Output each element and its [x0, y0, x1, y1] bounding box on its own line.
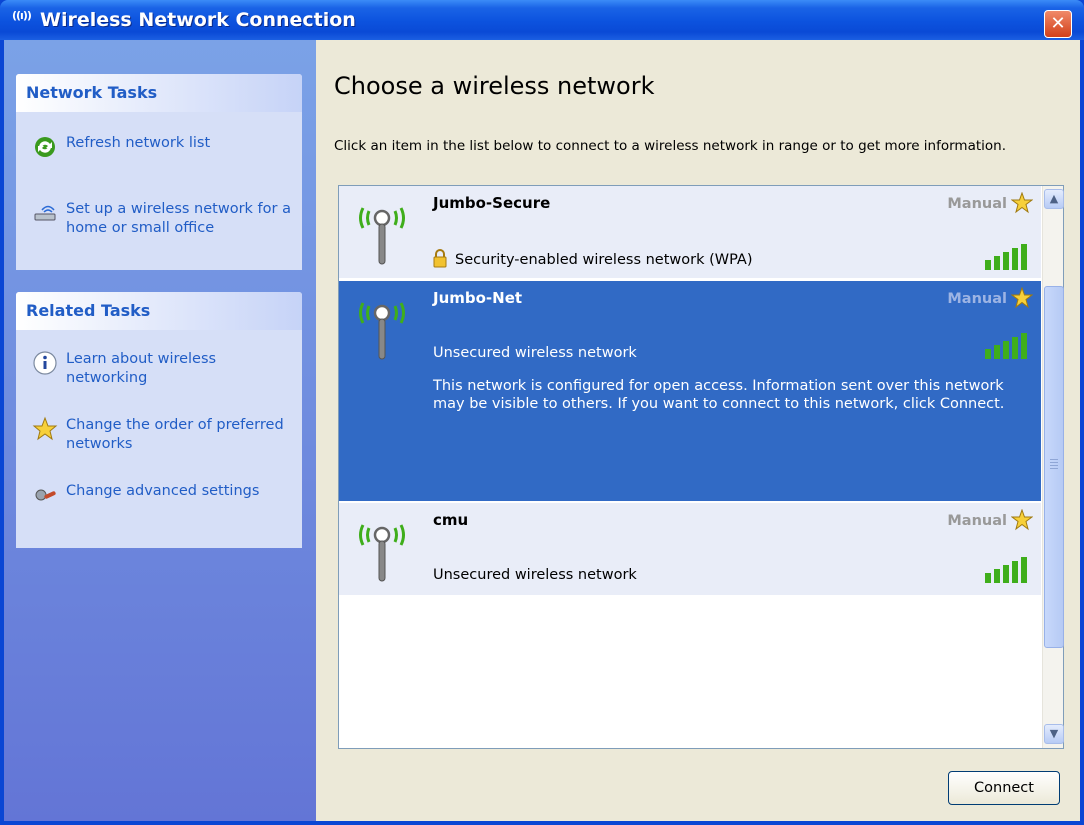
network-item-jumbo-secure[interactable]: Jumbo-Secure Manual Security-enabled wir…: [339, 186, 1041, 278]
title-bar[interactable]: ((ı)) Wireless Network Connection ✕: [0, 0, 1084, 40]
wireless-antenna-icon: [359, 207, 405, 265]
refresh-network-list-label: Refresh network list: [66, 135, 211, 151]
network-status: Security-enabled wireless network (WPA): [455, 252, 753, 268]
wireless-setup-icon: [34, 205, 56, 221]
connect-button[interactable]: Connect: [948, 771, 1060, 805]
network-name: Jumbo-Net: [433, 289, 523, 307]
network-name: cmu: [433, 511, 469, 529]
network-tasks-header[interactable]: Network Tasks: [16, 74, 302, 112]
main-pane: Choose a wireless network Click an item …: [316, 40, 1080, 821]
settings-icon: [35, 489, 56, 501]
chevron-up-icon: ▲: [1049, 192, 1059, 205]
window-title: Wireless Network Connection: [40, 9, 356, 31]
learn-wireless-label: Learn about wireless networking: [66, 351, 217, 386]
network-item-cmu[interactable]: cmu Manual Unsecured wireless network: [339, 503, 1041, 595]
change-order-label: Change the order of preferred networks: [66, 417, 284, 452]
chevron-down-icon: ▼: [1049, 727, 1059, 740]
network-status: Unsecured wireless network: [433, 567, 637, 583]
wireless-network-window: ((ı)) Wireless Network Connection ✕ Netw…: [0, 0, 1084, 825]
scroll-up-button[interactable]: ▲: [1044, 189, 1064, 209]
info-icon: [33, 351, 57, 375]
scrollbar-thumb[interactable]: [1044, 286, 1064, 648]
network-mode: Manual: [947, 513, 1007, 529]
preferred-star-icon: [1011, 192, 1033, 214]
network-list-scrollbar[interactable]: ▲ ▼: [1042, 186, 1064, 748]
network-tasks-panel: Network Tasks Refresh network list Set u…: [16, 74, 302, 270]
related-tasks-header[interactable]: Related Tasks: [16, 292, 302, 330]
signal-strength-icon: [985, 333, 1027, 359]
network-status: Unsecured wireless network: [433, 345, 637, 361]
signal-strength-icon: [985, 557, 1027, 583]
wireless-antenna-icon: [359, 302, 405, 360]
grip-icon: [1050, 459, 1058, 460]
instructions-text: Click an item in the list below to conne…: [334, 138, 1007, 154]
related-tasks-panel: Related Tasks Learn about wireless netwo…: [16, 292, 302, 548]
page-title: Choose a wireless network: [334, 72, 655, 100]
scroll-down-button[interactable]: ▼: [1044, 724, 1064, 744]
star-icon: [32, 416, 58, 441]
wireless-antenna-icon: [359, 524, 405, 582]
network-description: This network is configured for open acce…: [433, 378, 1005, 412]
close-icon: ✕: [1050, 13, 1066, 34]
task-sidebar: Network Tasks Refresh network list Set u…: [4, 40, 316, 821]
network-mode: Manual: [947, 291, 1007, 307]
network-name: Jumbo-Secure: [433, 194, 551, 212]
network-list[interactable]: Jumbo-Secure Manual Security-enabled wir…: [338, 185, 1064, 749]
wireless-title-icon: ((ı)): [12, 9, 32, 22]
lock-icon: [433, 249, 447, 268]
preferred-star-icon: [1011, 509, 1033, 531]
network-mode: Manual: [947, 196, 1007, 212]
refresh-icon: [35, 137, 55, 157]
network-item-jumbo-net[interactable]: Jumbo-Net Manual Unsecured wireless netw…: [339, 281, 1041, 501]
setup-wireless-network-label: Set up a wireless network for a home or …: [66, 201, 291, 236]
preferred-star-icon: [1011, 287, 1033, 309]
window-client: Network Tasks Refresh network list Set u…: [4, 40, 1080, 821]
change-advanced-settings-label: Change advanced settings: [66, 483, 260, 499]
signal-strength-icon: [985, 244, 1027, 270]
close-button[interactable]: ✕: [1044, 10, 1072, 38]
